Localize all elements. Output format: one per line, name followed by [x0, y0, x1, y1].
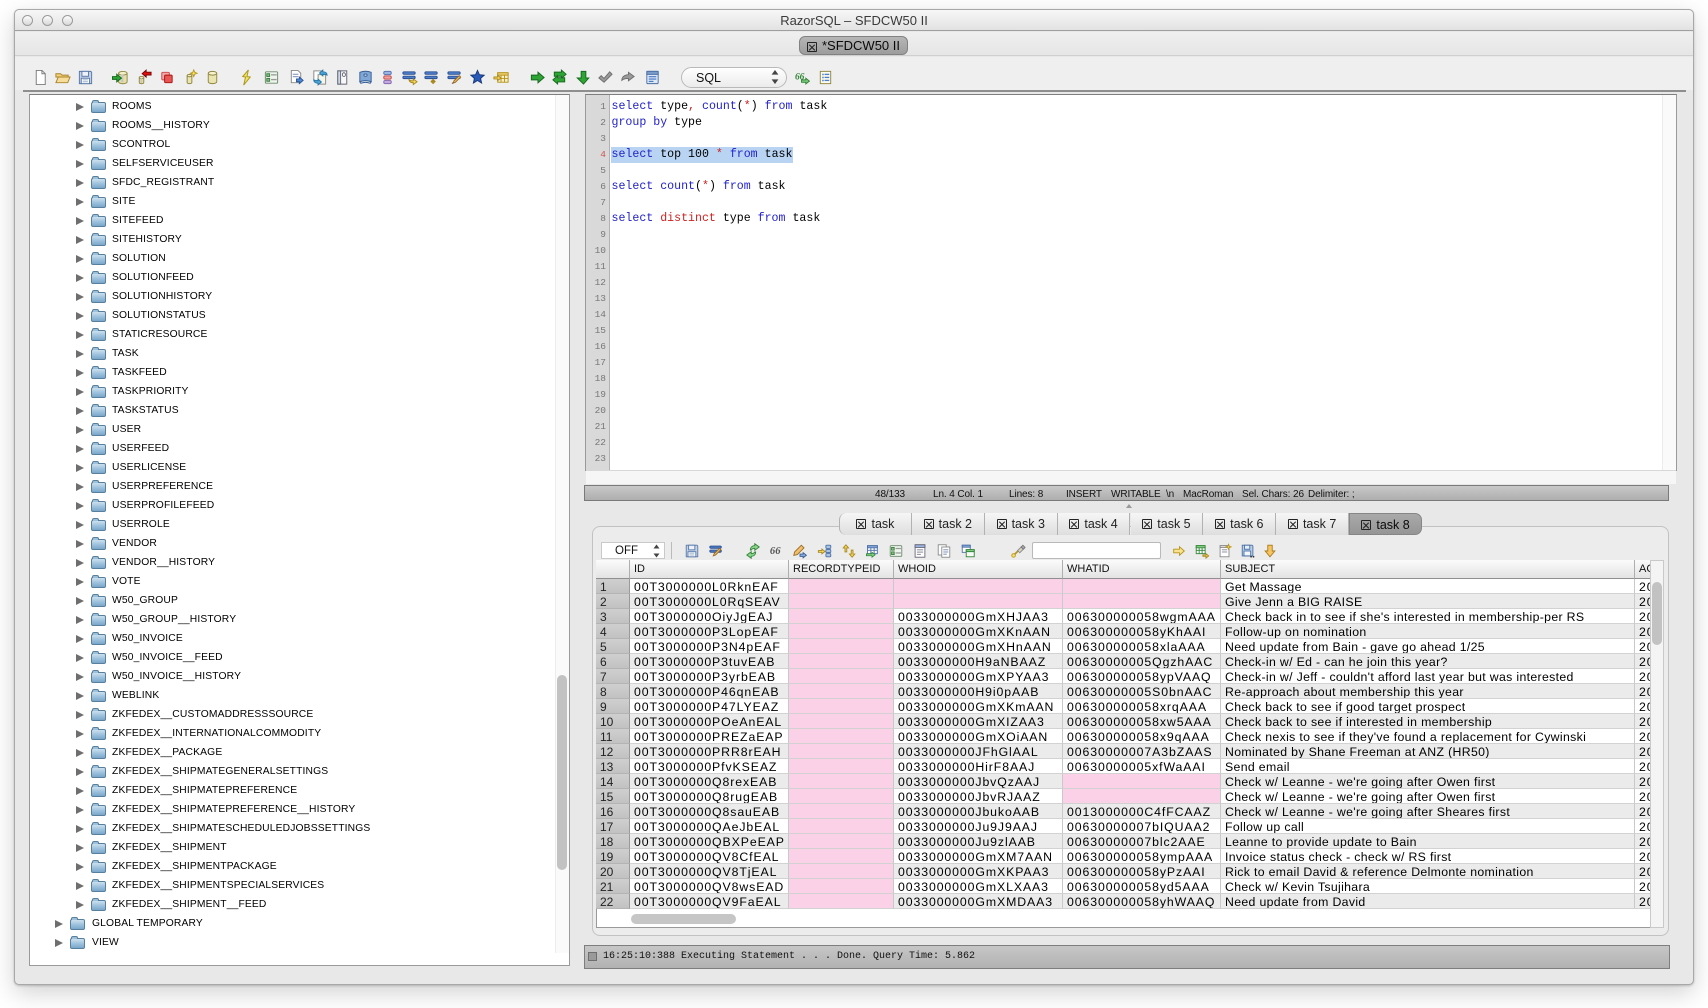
svg-text:66: 66 — [770, 546, 781, 557]
